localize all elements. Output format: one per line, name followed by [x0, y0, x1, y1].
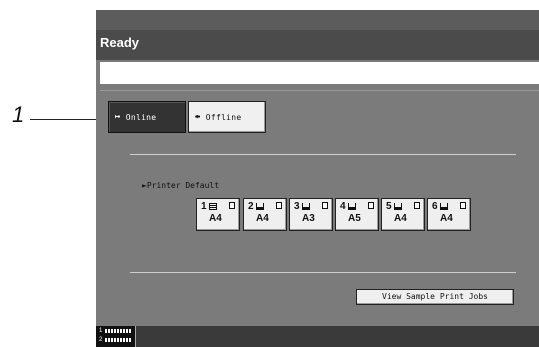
paper-level-icon	[348, 203, 356, 210]
view-sample-print-jobs-button[interactable]: View Sample Print Jobs	[356, 289, 514, 305]
tray-paper-size: A4	[440, 213, 453, 224]
paper-level-icon	[302, 203, 310, 210]
divider-top	[130, 154, 516, 155]
paper-sheet-icon	[414, 202, 420, 209]
tray-paper-size: A5	[348, 213, 361, 224]
tray-button-1[interactable]: 1 A4	[196, 198, 240, 231]
offline-button[interactable]: ⇻ Offline	[188, 101, 266, 133]
slot-label-2: 2	[99, 337, 103, 343]
title-bar: Ready	[96, 10, 539, 60]
tray-number: 5	[386, 201, 392, 212]
slot-bar-2	[105, 338, 131, 342]
paper-level-icon	[209, 203, 217, 210]
online-label: Online	[125, 112, 157, 122]
tray-paper-size: A4	[394, 213, 407, 224]
slot-bar-1	[105, 329, 131, 333]
divider-bottom	[130, 272, 516, 273]
tray-number: 6	[432, 201, 438, 212]
paper-sheet-icon	[229, 202, 235, 209]
title-bar-top	[96, 10, 539, 30]
tray-button-5[interactable]: 5 A4	[381, 198, 425, 231]
tray-button-2[interactable]: 2 A4	[243, 198, 287, 231]
tray-number: 4	[340, 201, 346, 212]
status-text: Ready	[100, 35, 140, 50]
tray-paper-size: A4	[256, 213, 269, 224]
paper-sheet-icon	[322, 202, 328, 209]
tray-button-6[interactable]: 6 A4	[427, 198, 471, 231]
paper-level-icon	[394, 203, 402, 210]
paper-sheet-icon	[460, 202, 466, 209]
slot-label-1: 1	[99, 328, 103, 334]
tray-number: 3	[294, 201, 300, 212]
message-bar	[100, 62, 539, 84]
tray-number: 2	[248, 201, 254, 212]
tray-button-4[interactable]: 4 A5	[335, 198, 379, 231]
paper-sheet-icon	[368, 202, 374, 209]
online-arrow-icon: ↦	[115, 112, 121, 122]
paper-level-icon	[440, 203, 448, 210]
callout-number: 1	[12, 102, 25, 127]
offline-arrow-icon: ⇻	[195, 112, 201, 122]
printer-screen: Ready ↦ Online ⇻ Offline ►Printer Defaul…	[96, 10, 539, 347]
tray-number: 1	[201, 201, 207, 212]
tray-button-3[interactable]: 3 A3	[289, 198, 333, 231]
online-button[interactable]: ↦ Online	[108, 101, 186, 133]
bottom-status-bar: 1 2	[96, 326, 539, 347]
paper-level-icon	[256, 203, 264, 210]
tray-status-slot: 1 2	[96, 326, 136, 347]
printer-default-label: ►Printer Default	[142, 181, 220, 190]
tray-paper-size: A3	[302, 213, 315, 224]
offline-label: Offline	[205, 112, 242, 122]
paper-sheet-icon	[276, 202, 282, 209]
tray-paper-size: A4	[209, 213, 222, 224]
